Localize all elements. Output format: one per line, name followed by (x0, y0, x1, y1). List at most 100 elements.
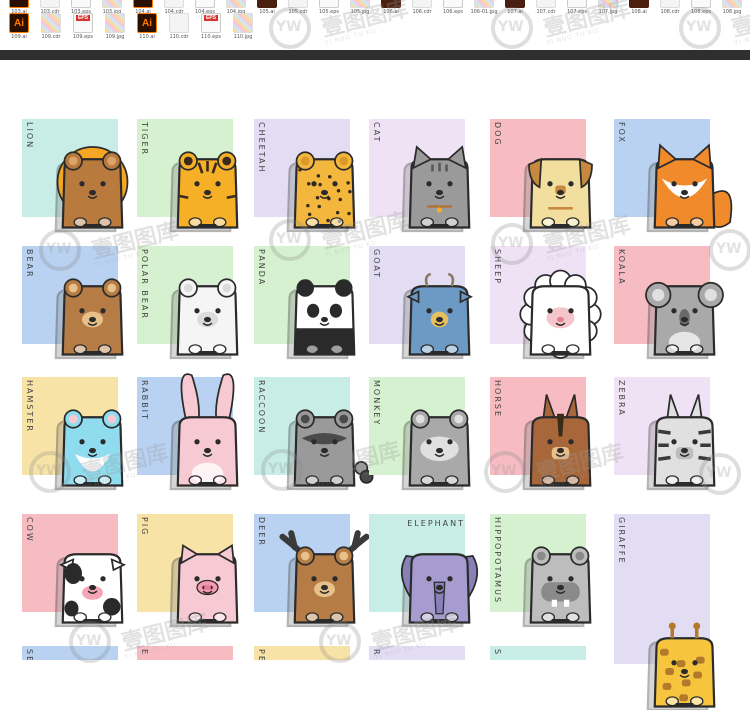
eps-tag: EPS (204, 15, 219, 21)
file-thumbnail[interactable]: 110.cdr (162, 13, 196, 40)
animal-name-label: S (493, 649, 502, 657)
eps-file-icon (195, 0, 215, 8)
cdr-file-icon (288, 0, 308, 8)
eps-tag: EPS (76, 15, 91, 21)
animal-card-fox: FOX (614, 119, 733, 233)
animal-card-raccoon: RACCOON (254, 377, 374, 491)
animal-card-dog: DOG (490, 119, 600, 233)
ai-file-icon (133, 0, 153, 8)
eps-file-icon (691, 0, 711, 8)
animal-name-label: SHEEP (493, 249, 502, 286)
hamster-illustration (54, 409, 124, 491)
animal-card-horse: HORSE (490, 377, 600, 491)
cdr-file-icon (164, 0, 184, 8)
ai-file-icon: Ai (137, 13, 157, 33)
animal-card-cheetah: CHEETAH (254, 119, 364, 233)
zebra-illustration (646, 394, 716, 491)
animal-name-label: HORSE (493, 380, 502, 419)
jpg-file-icon (598, 0, 618, 8)
animal-name-label: CAT (372, 122, 381, 144)
animal-name-label: TIGER (140, 122, 149, 157)
file-thumbnail[interactable]: 109.cdr (34, 13, 68, 40)
file-row-2: Ai 109.ai 109.cdr EPS 109.eps 109.jpg Ai 110.ai… (0, 13, 750, 40)
animal-card-tiger: TIGER (137, 119, 247, 233)
animal-name-label: MONKEY (372, 380, 381, 427)
jpg-file-icon (474, 0, 494, 8)
animal-name-label: BEAR (25, 249, 34, 279)
eps-file-icon (567, 0, 587, 8)
file-thumbnail[interactable]: Ai 110.ai (130, 13, 164, 40)
cow-illustration (54, 553, 127, 628)
file-name-label: 110.eps (201, 34, 221, 40)
file-thumbnail[interactable]: 109.jpg (98, 13, 132, 40)
deer-illustration (279, 530, 370, 628)
animal-name-label: PE (257, 649, 266, 660)
animal-card-sheep: SHEEP (490, 246, 602, 360)
animal-name-label: E (140, 649, 149, 657)
file-thumbnail-strip: 103.ai 103.cdr 103.eps 103.jpg 104.ai 104.cdr… (0, 0, 750, 50)
file-name-label: 109.jpg (105, 34, 125, 40)
file-name-label: 109.eps (73, 34, 93, 40)
animal-card-rabbit: RABBIT (137, 373, 247, 491)
animal-name-label: ELEPHANT (407, 519, 465, 528)
goat-illustration (401, 272, 473, 360)
animal-card-lion: LION (22, 119, 132, 233)
file-thumbnail[interactable]: EPS 110.eps (194, 13, 228, 40)
animal-name-label: HIPPOPOTAMUS (493, 517, 502, 605)
jpg-file-icon (41, 13, 61, 33)
file-name-label: 110.jpg (233, 34, 253, 40)
eps-file-icon (71, 0, 91, 8)
animal-name-label: DEER (257, 517, 266, 547)
animal-name-label: COW (25, 517, 34, 543)
rabbit-illustration (169, 373, 239, 491)
monkey-illustration (401, 409, 471, 491)
file-name-label: 110.ai (139, 34, 155, 40)
jpg-file-icon (350, 0, 370, 8)
animal-name-label: FOX (617, 122, 626, 144)
jpg-file-icon (102, 0, 122, 8)
animal-name-label: PANDA (257, 249, 266, 287)
ai-file-icon: Ai (9, 13, 29, 33)
koala-illustration (645, 281, 724, 360)
eps-file-icon (443, 0, 463, 8)
cdr-file-icon (536, 0, 556, 8)
animal-name-label: SE (25, 649, 34, 660)
dog-illustration (522, 157, 593, 233)
eps-file-icon: EPS (201, 13, 221, 33)
animal-name-label: KOALA (617, 249, 626, 286)
dark-file-icon (381, 0, 401, 8)
eps-file-icon (319, 0, 339, 8)
file-thumbnail[interactable]: Ai 109.ai (2, 13, 36, 40)
file-thumbnail[interactable]: 110.jpg (226, 13, 260, 40)
bear-illustration (54, 278, 124, 360)
polar-illustration (169, 278, 239, 360)
ai-file-icon (9, 0, 29, 8)
window-divider-bar (0, 50, 750, 60)
animal-card-polar-bear: POLAR BEAR (137, 246, 247, 360)
cheetah-illustration (286, 151, 356, 233)
cat-illustration (401, 145, 471, 233)
animal-name-label: GOAT (372, 249, 381, 280)
animal-card-pig: PIG (137, 514, 247, 628)
cdr-file-icon (40, 0, 60, 8)
animal-name-label: PIG (140, 517, 149, 537)
file-row-1: 103.ai 103.cdr 103.eps 103.jpg 104.ai 104.cdr… (0, 0, 750, 15)
raccoon-illustration (286, 409, 374, 491)
animal-card-monkey: MONKEY (369, 377, 479, 491)
animal-name-label: RACCOON (257, 380, 266, 435)
animal-name-label: GIRAFFE (617, 517, 626, 565)
animal-name-label: HAMSTER (25, 380, 34, 433)
dark-file-icon (257, 0, 277, 8)
dark-file-icon (629, 0, 649, 8)
file-name-label: 109.cdr (41, 34, 61, 40)
pig-illustration (169, 544, 239, 628)
tiger-illustration (169, 151, 239, 233)
elephant-illustration (400, 553, 479, 628)
fox-illustration (646, 143, 733, 233)
animal-card-bear: BEAR (22, 246, 132, 360)
animal-card-hippopotamus: HIPPOPOTAMUS (490, 514, 600, 628)
giraffe-illustration (646, 622, 716, 710)
animal-name-label: POLAR BEAR (140, 249, 149, 320)
dark-file-icon (505, 0, 525, 8)
file-thumbnail[interactable]: EPS 109.eps (66, 13, 100, 40)
